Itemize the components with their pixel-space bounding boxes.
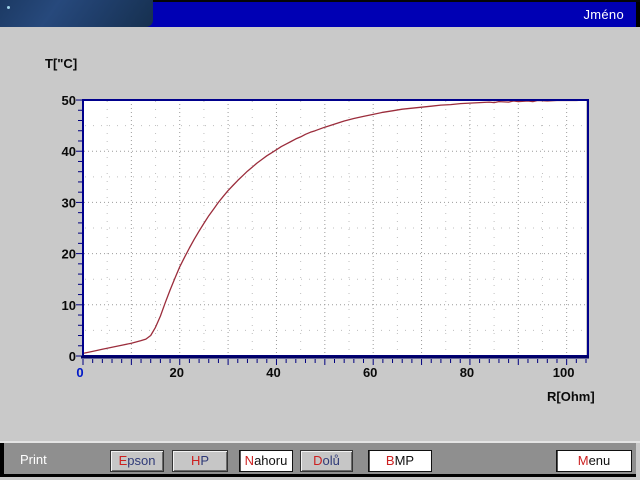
svg-text:50: 50 [62, 93, 76, 108]
bmp-button[interactable]: BMP [368, 450, 432, 472]
svg-text:0: 0 [76, 365, 83, 380]
svg-text:80: 80 [460, 365, 474, 380]
x-axis-title: R[Ohm] [547, 389, 595, 404]
logo-dot-icon [7, 6, 10, 9]
svg-text:20: 20 [169, 365, 183, 380]
svg-text:60: 60 [363, 365, 377, 380]
chart-plot: 0 20 40 60 80 100 0 10 20 30 40 50 [0, 0, 640, 480]
hp-button[interactable]: HP [172, 450, 228, 472]
svg-text:100: 100 [553, 365, 575, 380]
footer-bar: Print Epson HP Nahoru Dolů BMP Menu [0, 443, 636, 477]
svg-text:20: 20 [62, 247, 76, 262]
nahoru-button[interactable]: Nahoru [239, 450, 293, 472]
y-axis-title: T["C] [45, 56, 77, 71]
epson-button[interactable]: Epson [110, 450, 164, 472]
svg-text:10: 10 [62, 298, 76, 313]
svg-text:40: 40 [62, 144, 76, 159]
app-logo [0, 0, 153, 27]
svg-text:40: 40 [266, 365, 280, 380]
menu-button[interactable]: Menu [556, 450, 632, 472]
print-label: Print [20, 452, 47, 467]
titlebar-label: Jméno [583, 7, 636, 22]
dolu-button[interactable]: Dolů [300, 450, 353, 472]
svg-text:0: 0 [69, 349, 76, 364]
svg-text:30: 30 [62, 195, 76, 210]
